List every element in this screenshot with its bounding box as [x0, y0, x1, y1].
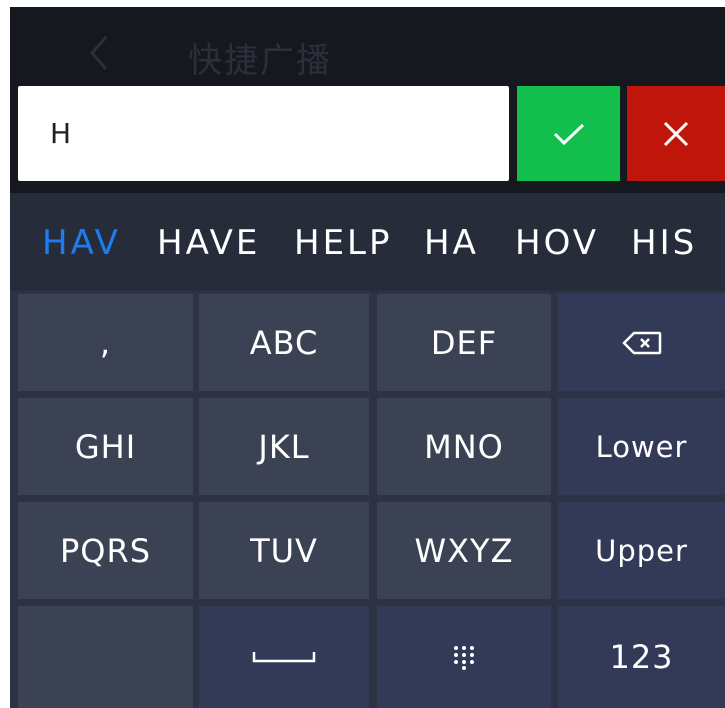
header-bar: 快捷广播 — [10, 7, 725, 90]
chevron-left-icon — [90, 36, 108, 70]
candidate-ha[interactable]: HA — [424, 223, 479, 263]
lower-case-key[interactable]: Lower — [558, 398, 725, 495]
space-key[interactable] — [199, 606, 369, 708]
key-abc[interactable]: ABC — [199, 294, 369, 391]
keypad-dots-icon — [454, 646, 474, 670]
backspace-icon — [621, 331, 661, 354]
back-button[interactable] — [80, 33, 120, 73]
space-bar-icon — [252, 652, 316, 663]
key-comma[interactable]: , — [18, 294, 193, 391]
candidate-have[interactable]: HAVE — [157, 223, 260, 263]
text-input-field[interactable]: H — [18, 86, 509, 181]
upper-case-key[interactable]: Upper — [558, 502, 725, 599]
input-bar: H — [10, 83, 725, 193]
numeric-key[interactable]: 123 — [558, 606, 725, 708]
blank-key — [18, 606, 193, 708]
confirm-button[interactable] — [517, 86, 620, 181]
key-ghi[interactable]: GHI — [18, 398, 193, 495]
key-def[interactable]: DEF — [377, 294, 551, 391]
candidate-hov[interactable]: HOV — [515, 223, 599, 263]
candidate-hav[interactable]: HAV — [42, 223, 121, 263]
backspace-key[interactable] — [558, 294, 725, 391]
key-pqrs[interactable]: PQRS — [18, 502, 193, 599]
check-icon — [553, 123, 584, 145]
candidate-bar: HAV HAVE HELP HA HOV HIS — [10, 193, 725, 291]
key-jkl[interactable]: JKL — [199, 398, 369, 495]
close-icon — [663, 121, 689, 146]
keypad-toggle-key[interactable] — [377, 606, 551, 708]
candidate-help[interactable]: HELP — [294, 223, 393, 263]
key-mno[interactable]: MNO — [377, 398, 551, 495]
key-tuv[interactable]: TUV — [199, 502, 369, 599]
candidate-his[interactable]: HIS — [631, 223, 697, 263]
cancel-button[interactable] — [627, 86, 725, 181]
keyboard-screen: 快捷广播 H HAV HAVE HELP HA HOV HIS , ABC DE… — [10, 7, 725, 708]
key-wxyz[interactable]: WXYZ — [377, 502, 551, 599]
page-title: 快捷广播 — [188, 41, 332, 81]
